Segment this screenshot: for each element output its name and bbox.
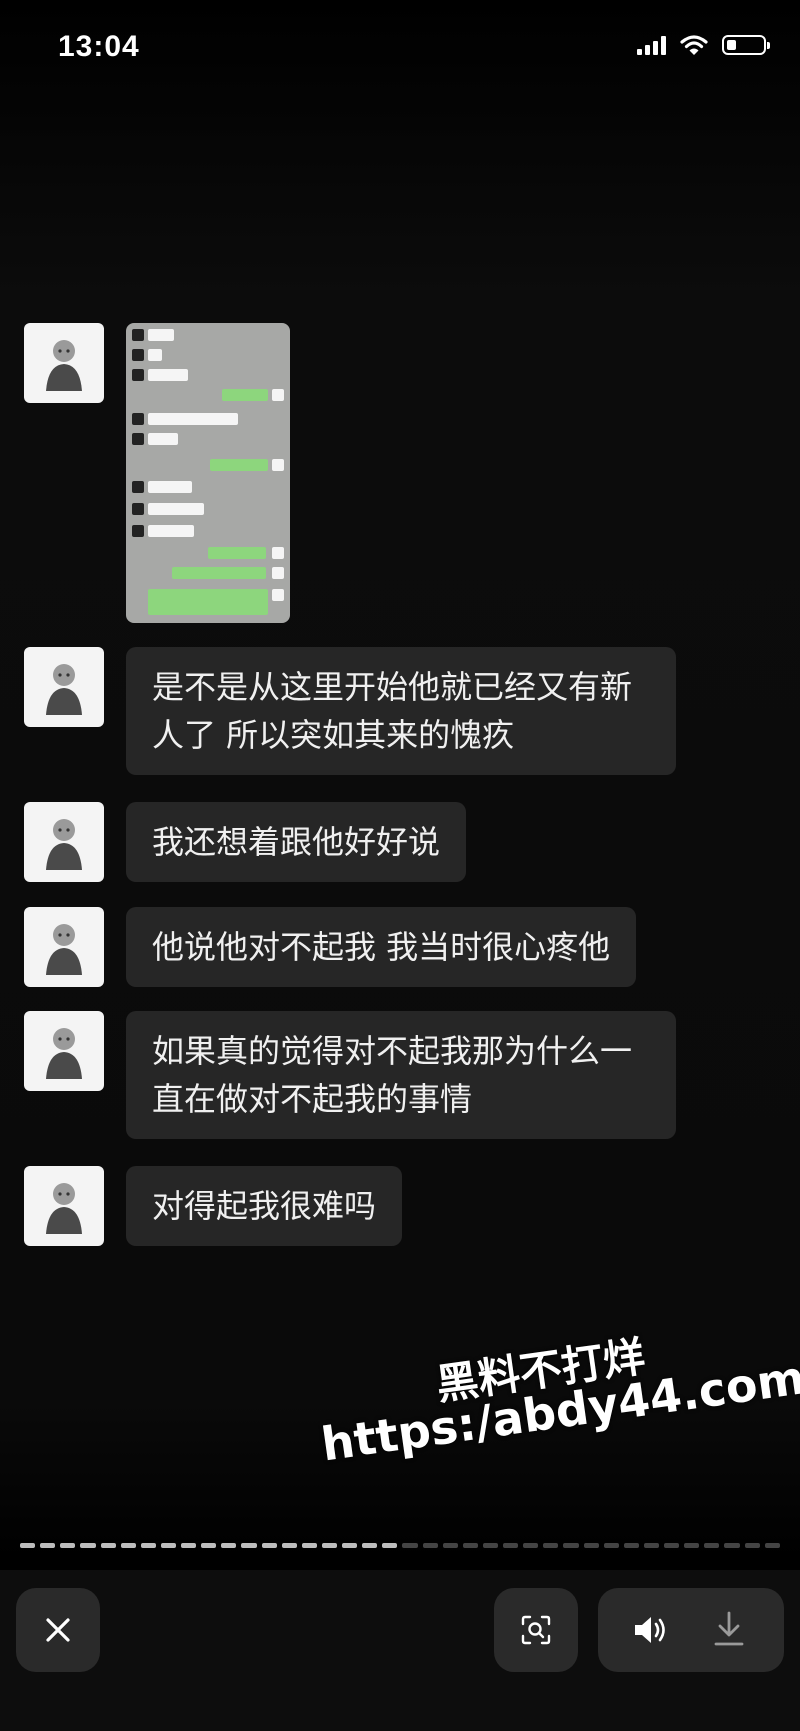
scan-text-button[interactable] <box>494 1588 578 1672</box>
progress-segment <box>684 1543 700 1548</box>
avatar[interactable] <box>24 907 104 987</box>
progress-segment <box>160 1543 176 1548</box>
progress-segment <box>764 1543 780 1548</box>
speaker-button[interactable] <box>632 1614 670 1650</box>
bottom-toolbar <box>0 1570 800 1731</box>
progress-segment <box>442 1543 458 1548</box>
progress-segment <box>221 1543 237 1548</box>
progress-segment <box>623 1543 639 1548</box>
avatar-icon <box>46 1183 82 1234</box>
progress-segment <box>543 1543 559 1548</box>
progress-segment <box>60 1543 76 1548</box>
download-icon <box>714 1611 744 1646</box>
message-row: 对得起我很难吗 <box>24 1166 403 1246</box>
progress-segment <box>201 1543 217 1548</box>
avatar[interactable] <box>24 1166 104 1246</box>
message-row: 是不是从这里开始他就已经又有新人了 所以突如其来的愧疚 <box>24 647 676 775</box>
progress-segment <box>261 1543 277 1548</box>
progress-segment <box>482 1543 498 1548</box>
progress-segment <box>40 1543 56 1548</box>
progress-segment <box>301 1543 317 1548</box>
progress-segment <box>503 1543 519 1548</box>
progress-segment <box>120 1543 136 1548</box>
progress-segment <box>20 1543 36 1548</box>
progress-segment <box>462 1543 478 1548</box>
status-icons <box>637 34 770 56</box>
message-row: 我还想着跟他好好说 <box>24 802 467 882</box>
message-image[interactable] <box>126 323 290 623</box>
progress-segment <box>583 1543 599 1548</box>
close-icon <box>46 1618 70 1642</box>
progress-segment <box>362 1543 378 1548</box>
avatar-icon <box>46 340 82 391</box>
progress-segment <box>241 1543 257 1548</box>
message-bubble[interactable]: 我还想着跟他好好说 <box>126 802 467 882</box>
media-controls <box>598 1588 784 1672</box>
message-row <box>24 323 290 623</box>
progress-segment <box>342 1543 358 1548</box>
status-time: 13:04 <box>58 30 140 63</box>
signal-icon <box>637 35 666 55</box>
progress-segment <box>523 1543 539 1548</box>
progress-segment <box>321 1543 337 1548</box>
progress-segment <box>281 1543 297 1548</box>
avatar-icon <box>46 819 82 870</box>
story-viewer: 13:04 是不是从这里开始他就已经又有新人了 所以突如其来的愧疚 我还想着跟他… <box>0 0 800 1731</box>
message-row: 如果真的觉得对不起我那为什么一直在做对不起我的事情 <box>24 1011 676 1139</box>
progress-segment <box>744 1543 760 1548</box>
download-button[interactable] <box>712 1610 746 1652</box>
speaker-icon <box>635 1617 665 1643</box>
progress-segment <box>402 1543 418 1548</box>
progress-segment <box>140 1543 156 1548</box>
avatar[interactable] <box>24 323 104 403</box>
progress-segment <box>724 1543 740 1548</box>
battery-icon <box>722 35 770 55</box>
scan-text-icon <box>521 1615 551 1645</box>
wifi-icon <box>680 35 708 55</box>
avatar-icon <box>46 664 82 715</box>
progress-segment <box>563 1543 579 1548</box>
progress-segment <box>664 1543 680 1548</box>
progress-segment <box>382 1543 398 1548</box>
message-bubble[interactable]: 他说他对不起我 我当时很心疼他 <box>126 907 637 987</box>
progress-segment <box>603 1543 619 1548</box>
avatar[interactable] <box>24 1011 104 1091</box>
progress-segment <box>80 1543 96 1548</box>
progress-segment <box>422 1543 438 1548</box>
progress-segment <box>181 1543 197 1548</box>
avatar[interactable] <box>24 647 104 727</box>
close-button[interactable] <box>16 1588 100 1672</box>
message-bubble[interactable]: 对得起我很难吗 <box>126 1166 403 1246</box>
story-progress <box>20 1543 780 1549</box>
message-bubble[interactable]: 是不是从这里开始他就已经又有新人了 所以突如其来的愧疚 <box>126 647 676 775</box>
progress-segment <box>643 1543 659 1548</box>
avatar-icon <box>46 1028 82 1079</box>
avatar-icon <box>46 924 82 975</box>
message-bubble[interactable]: 如果真的觉得对不起我那为什么一直在做对不起我的事情 <box>126 1011 676 1139</box>
message-row: 他说他对不起我 我当时很心疼他 <box>24 907 637 987</box>
progress-segment <box>704 1543 720 1548</box>
avatar[interactable] <box>24 802 104 882</box>
progress-segment <box>100 1543 116 1548</box>
